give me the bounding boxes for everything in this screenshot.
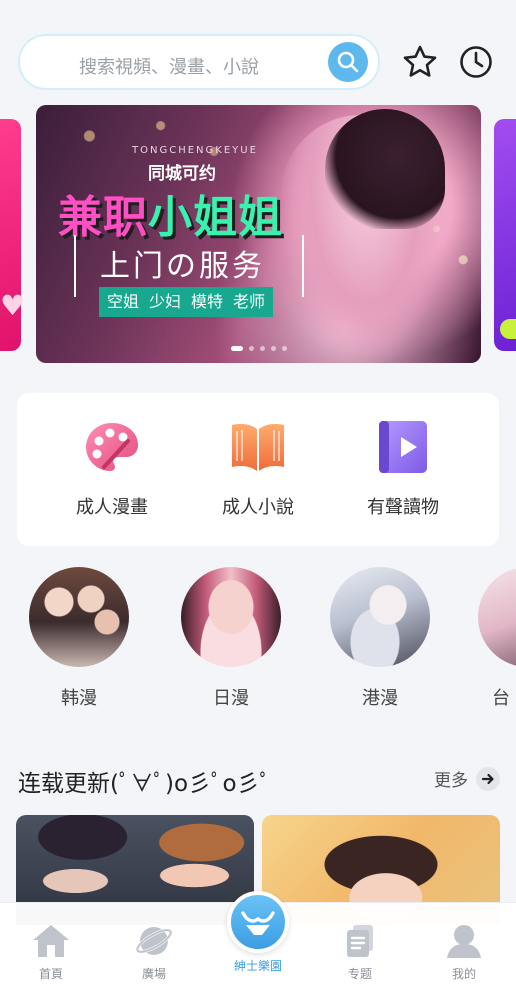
- circle-thumbnail: [330, 567, 430, 667]
- banner-tag: 少妇: [149, 292, 182, 311]
- circle-label: 台: [492, 688, 510, 709]
- category-adult-comics[interactable]: 成人漫畫: [37, 417, 187, 519]
- category-label: 有聲讀物: [367, 497, 439, 518]
- circle-category-korean[interactable]: 韩漫: [27, 567, 131, 710]
- circle-category-japanese[interactable]: 日漫: [179, 567, 283, 710]
- banner-service: 上门の服务: [100, 249, 265, 284]
- user-icon: [447, 925, 481, 958]
- nav-label: 紳士樂園: [233, 959, 282, 973]
- circle-thumbnail: [29, 567, 129, 667]
- banner-carousel[interactable]: TONGCHENGKEYUE 同城可约 兼职小姐姐 上门の服务 空姐 少妇 模特…: [0, 105, 516, 363]
- documents-icon: [347, 925, 373, 957]
- nav-label: 廣場: [141, 967, 166, 981]
- banner-tag: 模特: [191, 292, 224, 311]
- category-card: 成人漫畫 成人小說 有聲讀物: [17, 393, 499, 546]
- circle-category-hongkong[interactable]: 港漫: [328, 567, 432, 710]
- nav-plaza[interactable]: 廣場: [114, 923, 194, 982]
- home-icon: [33, 925, 69, 957]
- bottom-nav: 首頁 廣場 紳士樂園 专题 我的: [0, 891, 516, 1000]
- carousel-dot[interactable]: [270, 346, 276, 351]
- carousel-dot[interactable]: [259, 346, 265, 351]
- banner-next-slide[interactable]: [494, 119, 516, 351]
- circle-label: 日漫: [213, 688, 249, 709]
- category-adult-novels[interactable]: 成人小說: [183, 417, 333, 519]
- lingerie-icon: [241, 911, 275, 935]
- category-label: 成人漫畫: [76, 497, 148, 518]
- section-title: 连载更新(ﾟ∀ﾟ)o彡ﾟo彡ﾟ: [18, 771, 272, 797]
- carousel-dot[interactable]: [281, 346, 287, 351]
- header: 搜索視頻、漫畫、小說: [18, 34, 498, 92]
- banner-tags: 空姐 少妇 模特 老师: [99, 287, 274, 317]
- book-icon: [232, 424, 284, 471]
- clock-icon[interactable]: [458, 44, 494, 80]
- circle-category-partial[interactable]: 台: [478, 567, 516, 710]
- nav-topics[interactable]: 专题: [320, 923, 400, 982]
- nav-home[interactable]: 首頁: [11, 923, 91, 982]
- search-bar[interactable]: 搜索視頻、漫畫、小說: [18, 34, 380, 90]
- circle-thumbnail: [181, 567, 281, 667]
- planet-icon: [135, 927, 173, 955]
- nav-label: 首頁: [38, 967, 63, 981]
- nav-mine[interactable]: 我的: [424, 923, 504, 982]
- carousel-dot-active[interactable]: [230, 346, 243, 351]
- nav-center-button[interactable]: [227, 891, 289, 953]
- banner-tag: 老师: [233, 292, 266, 311]
- carousel-dots: [36, 336, 481, 355]
- arrow-right-icon: [476, 766, 500, 791]
- audio-play-icon: [379, 421, 427, 473]
- banner-subtitle: TONGCHENGKEYUE: [132, 145, 258, 156]
- banner-figure-hair: [325, 109, 445, 229]
- search-icon: [337, 51, 359, 73]
- nav-label: 我的: [451, 967, 476, 981]
- circle-label: 港漫: [362, 688, 398, 709]
- category-label: 成人小說: [222, 497, 294, 518]
- banner-tag: 空姐: [107, 292, 140, 311]
- category-audiobooks[interactable]: 有聲讀物: [328, 417, 478, 519]
- nav-gentleman-paradise[interactable]: 紳士樂園: [218, 891, 298, 974]
- circle-thumbnail: [478, 567, 516, 667]
- nav-label: 专题: [347, 967, 372, 981]
- circle-label: 韩漫: [61, 688, 97, 709]
- banner-prev-slide[interactable]: [0, 119, 25, 351]
- more-label: 更多: [434, 771, 468, 791]
- carousel-dot[interactable]: [248, 346, 254, 351]
- search-input[interactable]: 搜索視頻、漫畫、小說: [20, 53, 318, 79]
- more-link[interactable]: 更多: [434, 766, 500, 791]
- banner-slide[interactable]: TONGCHENGKEYUE 同城可约 兼职小姐姐 上门の服务 空姐 少妇 模特…: [36, 105, 481, 363]
- star-icon[interactable]: [402, 44, 438, 80]
- search-button[interactable]: [328, 42, 368, 82]
- palette-icon: [86, 423, 138, 471]
